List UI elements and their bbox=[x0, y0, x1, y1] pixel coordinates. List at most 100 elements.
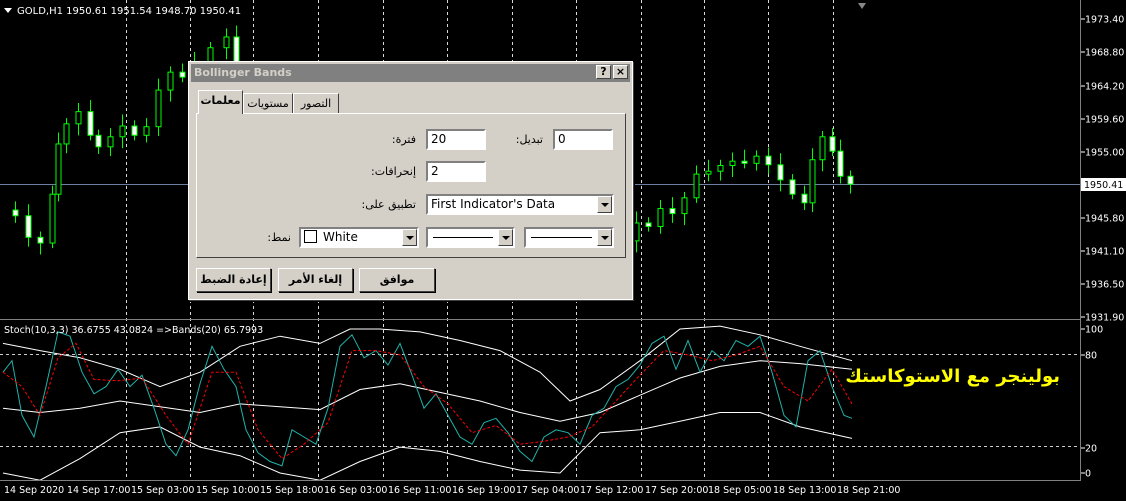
candle-body bbox=[789, 179, 796, 195]
price-tick-label: 1941.10 bbox=[1085, 247, 1124, 258]
stoch-tick-label: 0 bbox=[1085, 469, 1091, 480]
shift-field[interactable]: 0 bbox=[553, 129, 613, 150]
candle-body bbox=[819, 136, 826, 161]
candle-body bbox=[37, 236, 44, 244]
candle-body bbox=[63, 123, 70, 145]
candle-body bbox=[119, 125, 126, 138]
chart-menu-triangle-icon[interactable] bbox=[4, 8, 12, 13]
candle-body bbox=[777, 164, 784, 181]
chevron-down-icon[interactable] bbox=[402, 229, 417, 246]
candle-body bbox=[693, 173, 700, 199]
stoch-tick-label: 100 bbox=[1085, 325, 1103, 336]
candle-body bbox=[167, 71, 174, 91]
candle-body bbox=[741, 160, 748, 164]
candle-body bbox=[223, 36, 230, 49]
time-tick-label: 16 Sep 19:00 bbox=[452, 485, 515, 496]
bollinger-bands-dialog: Bollinger Bands ? × معلمات مستويات التصو… bbox=[188, 61, 633, 300]
price-tick-label: 1931.90 bbox=[1085, 313, 1124, 324]
tab-parameters[interactable]: معلمات bbox=[198, 90, 243, 114]
stoch-tick-label: 80 bbox=[1085, 351, 1097, 362]
color-value: White bbox=[323, 230, 358, 244]
color-select[interactable]: White bbox=[299, 227, 419, 248]
price-tick-label: 1945.80 bbox=[1085, 214, 1124, 225]
time-tick-label: 15 Sep 18:00 bbox=[260, 485, 323, 496]
stoch-tick-label: 20 bbox=[1085, 444, 1097, 455]
price-tick-label: 1959.60 bbox=[1085, 115, 1124, 126]
dialog-title: Bollinger Bands bbox=[191, 64, 630, 82]
period-field[interactable]: 20 bbox=[426, 129, 486, 150]
line-style-select[interactable] bbox=[426, 227, 515, 248]
time-tick-label: 17 Sep 12:00 bbox=[580, 485, 643, 496]
apply-to-select[interactable]: First Indicator's Data bbox=[426, 194, 614, 215]
candle-body bbox=[143, 126, 150, 136]
candle-body bbox=[49, 193, 56, 244]
chevron-down-icon[interactable] bbox=[597, 229, 612, 246]
time-tick-label: 18 Sep 13:00 bbox=[773, 485, 836, 496]
time-tick-label: 18 Sep 21:00 bbox=[837, 485, 900, 496]
shift-marker-icon[interactable] bbox=[858, 3, 866, 9]
current-price-label: 1950.41 bbox=[1084, 180, 1123, 191]
time-tick-label: 18 Sep 05:00 bbox=[708, 485, 771, 496]
price-tick-label: 1936.50 bbox=[1085, 280, 1124, 291]
tab-visualization[interactable]: التصور bbox=[293, 93, 339, 113]
close-button[interactable]: × bbox=[613, 65, 628, 79]
candle-body bbox=[829, 136, 836, 152]
time-tick-label: 15 Sep 03:00 bbox=[131, 485, 194, 496]
candle-body bbox=[801, 193, 808, 204]
candle-body bbox=[681, 197, 688, 215]
candle-body bbox=[12, 209, 19, 217]
line-width-preview bbox=[531, 237, 592, 238]
time-tick-label: 16 Sep 11:00 bbox=[388, 485, 451, 496]
candle-body bbox=[75, 111, 82, 125]
chevron-down-icon[interactable] bbox=[597, 196, 612, 213]
candle-body bbox=[765, 155, 772, 166]
candle-body bbox=[669, 208, 676, 215]
help-button[interactable]: ? bbox=[596, 65, 611, 79]
ok-button[interactable]: موافق bbox=[359, 268, 435, 292]
style-label: نمط: bbox=[267, 231, 291, 244]
candle-body bbox=[25, 215, 32, 238]
candle-body bbox=[645, 222, 652, 228]
candle-body bbox=[131, 125, 138, 136]
stochastic-subwindow bbox=[2, 325, 853, 481]
time-tick-label: 15 Sep 10:00 bbox=[196, 485, 259, 496]
time-tick-label: 16 Sep 03:00 bbox=[324, 485, 387, 496]
deviation-label: إنحرافات: bbox=[370, 165, 416, 178]
line-style-preview bbox=[433, 237, 493, 238]
stoch-header: Stoch(10,3,3) 36.6755 43.0824 =>Bands(20… bbox=[4, 325, 263, 336]
candle-body bbox=[657, 208, 664, 228]
color-swatch bbox=[304, 230, 317, 243]
candle-body bbox=[753, 155, 760, 164]
price-scale: 1973.40 1968.80 1964.20 1959.60 1955.00 1945.… bbox=[1081, 15, 1124, 324]
time-tick-label: 14 Sep 2020 bbox=[4, 485, 64, 496]
time-tick-label: 14 Sep 17:00 bbox=[67, 485, 130, 496]
line-width-select[interactable] bbox=[524, 227, 614, 248]
candle-body bbox=[847, 175, 854, 185]
candle-body bbox=[55, 143, 62, 195]
price-tick-label: 1968.80 bbox=[1085, 48, 1124, 59]
candle-body bbox=[729, 160, 736, 166]
time-tick-label: 17 Sep 04:00 bbox=[516, 485, 579, 496]
candle-body bbox=[717, 164, 724, 172]
candle-body bbox=[95, 134, 102, 148]
stoch-signal-line bbox=[2, 342, 853, 460]
candle-body bbox=[705, 170, 712, 175]
candle-body bbox=[87, 111, 94, 136]
deviation-field[interactable]: 2 bbox=[426, 161, 486, 182]
candle-body bbox=[633, 222, 640, 242]
tab-levels[interactable]: مستويات bbox=[243, 93, 293, 113]
apply-to-value: First Indicator's Data bbox=[431, 197, 556, 211]
price-tick-label: 1955.00 bbox=[1085, 148, 1124, 159]
cancel-button[interactable]: إلغاء الأمر bbox=[278, 268, 353, 292]
reset-button[interactable]: إعادة الضبط bbox=[196, 268, 271, 292]
period-label: فترة: bbox=[391, 133, 416, 146]
candle-body bbox=[107, 136, 114, 148]
stoch-main-line bbox=[2, 331, 853, 467]
apply-to-label: تطبيق على: bbox=[361, 198, 416, 211]
shift-label: تبديل: bbox=[515, 133, 543, 146]
stoch-scale: 100 80 20 0 bbox=[1081, 325, 1103, 480]
candle-body bbox=[155, 89, 162, 128]
chevron-down-icon[interactable] bbox=[498, 229, 513, 246]
chart-header: GOLD,H1 1950.61 1951.54 1948.70 1950.41 bbox=[17, 6, 241, 17]
time-scale: 14 Sep 2020 14 Sep 17:00 15 Sep 03:00 15 Se… bbox=[4, 485, 900, 496]
